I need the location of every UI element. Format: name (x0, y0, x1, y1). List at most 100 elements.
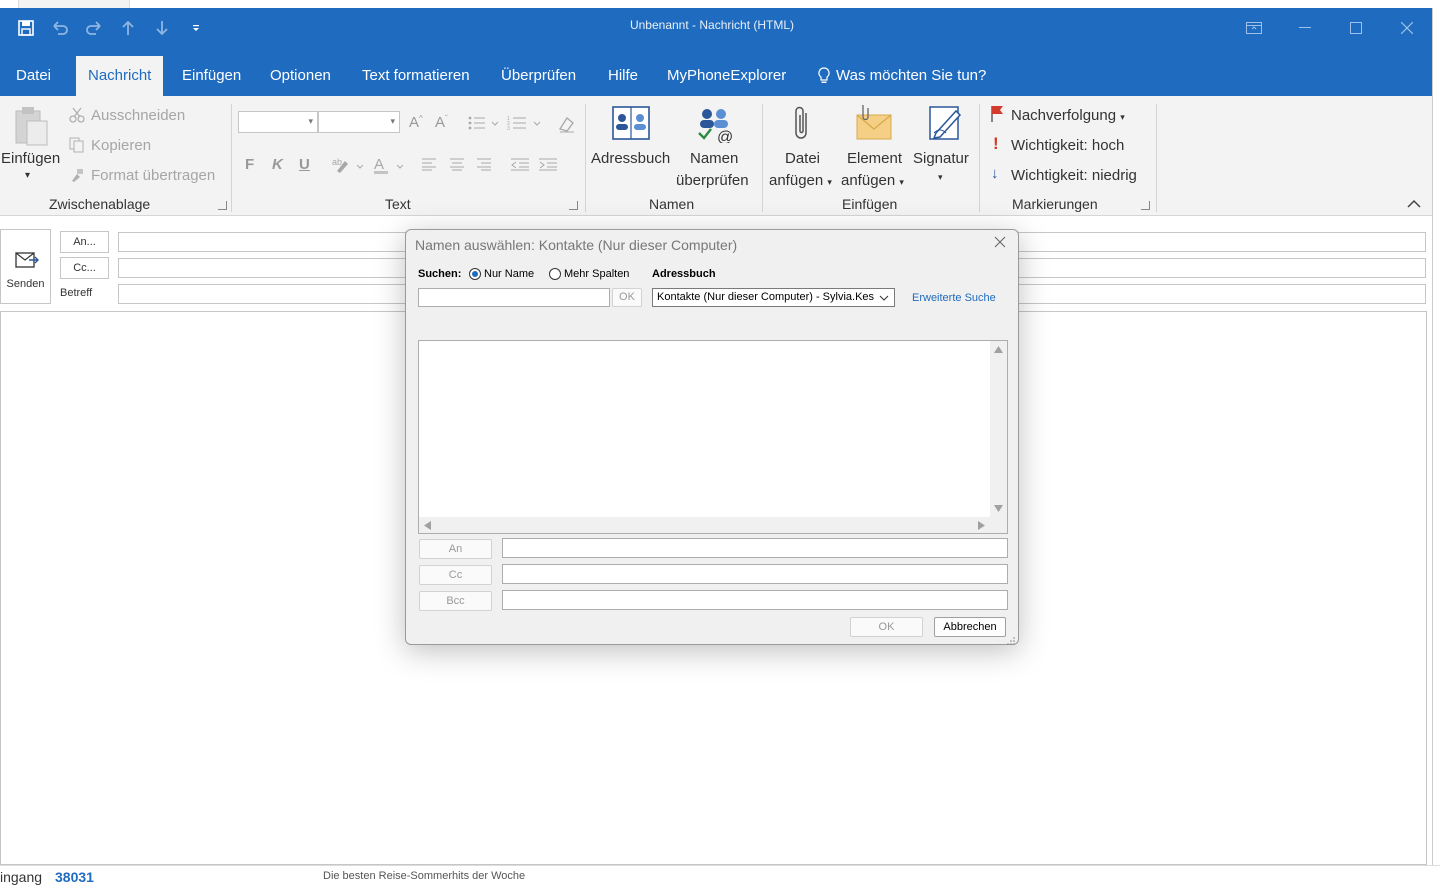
tab-text-formatieren[interactable]: Text formatieren (350, 56, 482, 96)
maximize-icon[interactable] (1330, 8, 1381, 47)
ok-button[interactable]: OK (850, 617, 923, 637)
signature-button[interactable]: Signatur (913, 150, 969, 167)
bcc-recipient-button[interactable]: Bcc (419, 591, 492, 611)
title-bar: Unbenannt - Nachricht (HTML) (0, 8, 1432, 47)
italic-button[interactable]: K (272, 156, 283, 173)
importance-high-button[interactable]: Wichtigkeit: hoch (1011, 137, 1124, 154)
radio-more-columns-label: Mehr Spalten (564, 268, 630, 280)
group-separator (762, 104, 763, 212)
contacts-list[interactable] (418, 340, 1008, 534)
check-names-icon: @ (694, 104, 738, 144)
tab-ueberpruefen[interactable]: Überprüfen (489, 56, 588, 96)
paste-dropdown-icon[interactable]: ▾ (25, 170, 30, 181)
importance-low-button[interactable]: Wichtigkeit: niedrig (1011, 167, 1137, 184)
copy-icon (68, 136, 86, 154)
top-strip (0, 0, 1440, 8)
address-book-select[interactable]: Kontakte (Nur dieser Computer) - Sylvia.… (652, 288, 895, 307)
radio-more-columns[interactable] (549, 268, 561, 280)
advanced-search-link[interactable]: Erweiterte Suche (912, 292, 996, 304)
tab-myphoneexplorer[interactable]: MyPhoneExplorer (655, 56, 798, 96)
tab-nachricht[interactable]: Nachricht (76, 56, 164, 96)
tags-group-label: Markierungen (1012, 196, 1098, 212)
lightbulb-icon (818, 67, 830, 83)
font-color-icon[interactable]: A (372, 154, 406, 176)
collapse-ribbon-icon[interactable] (1405, 196, 1423, 210)
tab-einfuegen[interactable]: Einfügen (170, 56, 253, 96)
attach-item-line2[interactable]: anfügen ▾ (841, 172, 904, 189)
clear-formatting-icon[interactable] (556, 114, 578, 134)
scroll-down-icon[interactable] (994, 505, 1003, 512)
font-size-select[interactable]: ▾ (318, 111, 400, 133)
paste-button[interactable]: Einfügen (1, 150, 60, 167)
cc-button[interactable]: Cc... (60, 257, 109, 279)
follow-up-button[interactable]: Nachverfolgung ▾ (1011, 107, 1125, 124)
to-button[interactable]: An... (60, 231, 109, 253)
text-launcher-icon[interactable] (569, 201, 578, 210)
align-right-icon[interactable] (475, 156, 493, 172)
background-tab (18, 0, 130, 8)
bcc-recipient-field[interactable] (502, 590, 1008, 610)
decrease-indent-icon[interactable] (509, 156, 531, 172)
cc-recipient-field[interactable] (502, 564, 1008, 584)
cut-button[interactable]: Ausschneiden (91, 107, 185, 124)
ribbon-display-icon[interactable] (1228, 8, 1279, 47)
attach-file-line2[interactable]: anfügen ▾ (769, 172, 832, 189)
align-center-icon[interactable] (448, 156, 466, 172)
signature-dropdown-icon[interactable]: ▾ (938, 172, 943, 183)
attach-item-line1[interactable]: Element (847, 150, 902, 167)
font-name-select[interactable]: ▾ (238, 111, 318, 133)
radio-name-only[interactable] (469, 268, 481, 280)
to-recipient-field[interactable] (502, 538, 1008, 558)
tab-optionen[interactable]: Optionen (258, 56, 343, 96)
importance-high-icon: ! (993, 134, 999, 153)
resize-grip-icon[interactable] (1007, 633, 1015, 645)
attach-file-line1[interactable]: Datei (785, 150, 820, 167)
dialog-close-icon[interactable] (994, 236, 1008, 250)
to-recipient-button[interactable]: An (419, 539, 492, 559)
tags-launcher-icon[interactable] (1141, 201, 1150, 210)
ribbon-tabs: Datei Nachricht Einfügen Optionen Text f… (0, 47, 1432, 96)
check-names-line1[interactable]: Namen (690, 150, 738, 167)
copy-button[interactable]: Kopieren (91, 137, 151, 154)
format-painter-button[interactable]: Format übertragen (91, 167, 215, 184)
importance-low-icon: ↓ (991, 165, 999, 182)
scroll-right-icon[interactable] (978, 521, 985, 530)
address-book-label: Adressbuch (652, 268, 716, 280)
vertical-scrollbar[interactable] (990, 341, 1007, 517)
scroll-left-icon[interactable] (424, 521, 431, 530)
scroll-up-icon[interactable] (994, 346, 1003, 353)
group-separator (979, 104, 980, 212)
numbered-list-icon[interactable]: 123 (506, 114, 542, 132)
grow-font-icon[interactable]: A^ (409, 114, 423, 131)
shrink-font-icon[interactable]: Aˇ (435, 114, 448, 131)
clipboard-launcher-icon[interactable] (218, 201, 227, 210)
address-book-button[interactable]: Adressbuch (591, 150, 670, 167)
search-label: Suchen: (418, 268, 462, 280)
close-icon[interactable] (1381, 8, 1432, 47)
send-button[interactable]: Senden (0, 229, 51, 304)
check-names-line2[interactable]: überprüfen (676, 172, 749, 189)
tell-me-search[interactable]: Was möchten Sie tun? (806, 56, 998, 96)
search-ok-button[interactable]: OK (612, 288, 642, 307)
address-book-icon (609, 104, 653, 144)
group-separator (585, 104, 586, 212)
tab-datei[interactable]: Datei (4, 56, 63, 96)
highlight-icon[interactable]: ab (330, 154, 366, 176)
signature-icon (925, 102, 965, 144)
cc-recipient-button[interactable]: Cc (419, 565, 492, 585)
bullet-list-icon[interactable] (466, 114, 500, 132)
search-input[interactable] (418, 288, 610, 307)
paste-icon[interactable] (12, 104, 52, 150)
increase-indent-icon[interactable] (537, 156, 559, 172)
cancel-button[interactable]: Abbrechen (934, 617, 1006, 637)
bold-button[interactable]: F (245, 156, 254, 173)
minimize-icon[interactable] (1279, 8, 1330, 47)
horizontal-scrollbar[interactable] (419, 517, 1007, 533)
svg-text:@: @ (717, 129, 733, 143)
background-status-strip: ingang 38031 Die besten Reise-Sommerhits… (0, 865, 1440, 885)
align-left-icon[interactable] (420, 156, 438, 172)
svg-text:ab: ab (332, 157, 342, 167)
select-names-dialog: Namen auswählen: Kontakte (Nur dieser Co… (405, 229, 1019, 645)
tab-hilfe[interactable]: Hilfe (596, 56, 650, 96)
underline-button[interactable]: U (299, 156, 310, 173)
